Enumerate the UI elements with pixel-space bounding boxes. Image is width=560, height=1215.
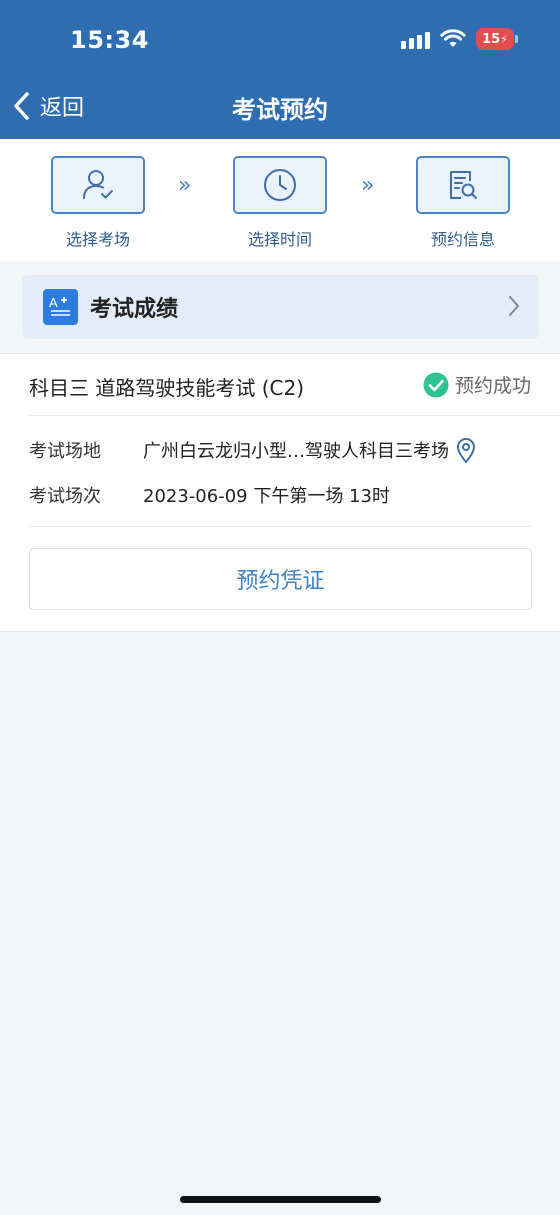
- cellular-signal-icon: [401, 29, 430, 49]
- divider: [29, 415, 560, 416]
- check-circle-icon: [423, 372, 449, 397]
- status-icons: 15 ⚡: [401, 28, 518, 50]
- battery-level: 15: [482, 31, 501, 47]
- chevrons-right-icon: »: [178, 173, 192, 198]
- location-pin-icon[interactable]: [455, 436, 477, 464]
- home-indicator: [180, 1196, 381, 1203]
- venue-value: 广州白云龙归小型…驾驶人科目三考场: [143, 441, 449, 462]
- page-title: 考试预约: [232, 96, 328, 124]
- step-label: 预约信息: [430, 230, 495, 249]
- exam-subject: 科目三 道路驾驶技能考试 (C2): [29, 376, 305, 400]
- booking-voucher-button[interactable]: 预约凭证: [29, 548, 532, 610]
- chevron-right-icon: [509, 296, 519, 316]
- battery-icon: 15 ⚡: [476, 28, 518, 50]
- step-booking-info[interactable]: 预约信息: [416, 156, 510, 250]
- session-value: 2023-06-09 下午第一场 13时: [143, 486, 390, 507]
- status-text: 预约成功: [454, 375, 531, 397]
- session-label: 考试场次: [29, 486, 101, 507]
- header: 15:34 15 ⚡ 返回 考试预约: [0, 0, 560, 139]
- step-icon-box: [416, 156, 510, 214]
- step-icon-box: [51, 156, 145, 214]
- step-select-venue[interactable]: 选择考场: [51, 156, 145, 250]
- user-check-icon: [83, 170, 113, 199]
- step-select-time[interactable]: 选择时间: [233, 156, 327, 250]
- booking-card: 科目三 道路驾驶技能考试 (C2) 预约成功 考试场地 广州白云龙归小型…驾驶人…: [0, 353, 560, 632]
- chevrons-right-icon: »: [361, 173, 375, 198]
- status-badge: 预约成功: [423, 371, 531, 398]
- step-label: 选择考场: [65, 230, 130, 249]
- svg-text:A: A: [49, 295, 58, 310]
- step-icon-box: [233, 156, 327, 214]
- grade-icon: A: [43, 289, 78, 325]
- exam-score-label: 考试成绩: [90, 297, 179, 322]
- wifi-icon: [440, 29, 466, 47]
- document-search-icon: [450, 171, 477, 199]
- clock-icon: [264, 169, 296, 201]
- venue-row: 考试场地 广州白云龙归小型…驾驶人科目三考场: [29, 436, 477, 464]
- divider: [29, 526, 532, 527]
- session-row: 考试场次 2023-06-09 下午第一场 13时: [29, 482, 390, 508]
- venue-label: 考试场地: [29, 441, 101, 462]
- status-time: 15:34: [70, 26, 149, 54]
- booking-steps: 选择考场 » 选择时间 » 预约信息: [0, 139, 560, 261]
- exam-score-entry[interactable]: A 考试成绩: [22, 275, 539, 339]
- step-label: 选择时间: [247, 230, 312, 249]
